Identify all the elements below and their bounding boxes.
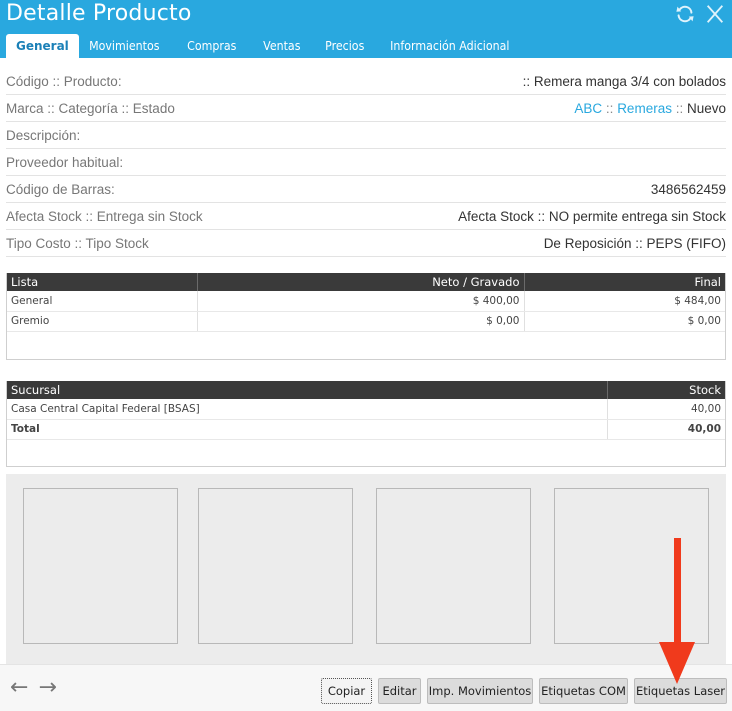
- tab-informacion-adicional[interactable]: Información Adicional: [380, 34, 520, 58]
- column-header: Stock: [607, 381, 725, 399]
- tab-compras[interactable]: Compras: [177, 34, 247, 58]
- refresh-icon[interactable]: [674, 3, 696, 25]
- table-row[interactable]: General $ 400,00 $ 484,00: [7, 291, 725, 312]
- field-descripcion: Descripción:: [6, 122, 726, 149]
- field-codigo-producto: Código :: Producto: :: Remera manga 3/4 …: [6, 68, 726, 95]
- copiar-button[interactable]: Copiar: [321, 678, 372, 704]
- tab-precios[interactable]: Precios: [315, 34, 374, 58]
- cell: $ 400,00: [197, 291, 525, 312]
- column-header: Final: [524, 273, 725, 291]
- cell: 40,00: [607, 399, 725, 420]
- field-label: Marca :: Categoría :: Estado: [6, 100, 175, 116]
- image-slot[interactable]: [376, 488, 531, 644]
- cell: $ 484,00: [524, 291, 725, 312]
- field-label: Afecta Stock :: Entrega sin Stock: [6, 208, 203, 224]
- field-marca-categoria-estado: Marca :: Categoría :: Estado ABC :: Reme…: [6, 95, 726, 122]
- forward-arrow-icon[interactable]: →: [38, 677, 56, 699]
- imp-movimientos-button[interactable]: Imp. Movimientos: [427, 678, 533, 704]
- image-slot[interactable]: [198, 488, 353, 644]
- cell: Gremio: [7, 311, 198, 332]
- back-arrow-icon[interactable]: ←: [10, 677, 28, 699]
- column-header: Neto / Gravado: [197, 273, 525, 291]
- total-row: Total 40,00: [7, 419, 725, 440]
- window-title: Detalle Producto: [6, 1, 192, 26]
- separator: ::: [602, 100, 618, 116]
- cell: 40,00: [607, 419, 725, 440]
- column-header: Sucursal: [7, 381, 608, 399]
- tab-ventas[interactable]: Ventas: [253, 34, 311, 58]
- field-codigo-barras: Código de Barras: 3486562459: [6, 176, 726, 203]
- etiquetas-com-button[interactable]: Etiquetas COM: [539, 678, 628, 704]
- column-header: Lista: [7, 273, 198, 291]
- table-row[interactable]: Casa Central Capital Federal [BSAS] 40,0…: [7, 399, 725, 420]
- field-value: De Reposición :: PEPS (FIFO): [543, 235, 726, 251]
- field-label: Proveedor habitual:: [6, 154, 124, 170]
- annotation-arrow-icon: [659, 538, 695, 684]
- cell: $ 0,00: [524, 311, 725, 332]
- field-label: Tipo Costo :: Tipo Stock: [6, 235, 149, 251]
- image-gallery: [6, 474, 726, 664]
- category-link[interactable]: Remeras: [617, 101, 672, 116]
- title-bar: Detalle Producto General Movimientos Com…: [0, 0, 732, 58]
- status-value: Nuevo: [686, 100, 726, 116]
- tab-general[interactable]: General: [6, 34, 79, 58]
- stock-table: Sucursal Stock Casa Central Capital Fede…: [6, 381, 726, 467]
- cell: Total: [7, 419, 608, 440]
- price-list-table: Lista Neto / Gravado Final General $ 400…: [6, 273, 726, 360]
- table-row[interactable]: Gremio $ 0,00 $ 0,00: [7, 311, 725, 332]
- close-icon[interactable]: [704, 3, 726, 25]
- field-value: :: Remera manga 3/4 con bolados: [522, 73, 726, 89]
- image-slot[interactable]: [23, 488, 178, 644]
- tab-movimientos[interactable]: Movimientos: [79, 34, 170, 58]
- brand-link[interactable]: ABC: [574, 101, 602, 116]
- field-label: Descripción:: [6, 127, 81, 143]
- field-label: Código de Barras:: [6, 181, 115, 197]
- product-fields: Código :: Producto: :: Remera manga 3/4 …: [6, 68, 726, 257]
- editar-button[interactable]: Editar: [378, 678, 421, 704]
- field-afecta-stock: Afecta Stock :: Entrega sin Stock Afecta…: [6, 203, 726, 230]
- separator: ::: [671, 100, 687, 116]
- field-label: Código :: Producto:: [6, 73, 122, 89]
- cell: Casa Central Capital Federal [BSAS]: [7, 399, 608, 420]
- cell: $ 0,00: [197, 311, 525, 332]
- cell: General: [7, 291, 198, 312]
- tab-bar: General Movimientos Compras Ventas Preci…: [6, 34, 532, 58]
- field-value: 3486562459: [650, 181, 726, 197]
- field-value: ABC :: Remeras :: Nuevo: [574, 101, 726, 116]
- field-proveedor: Proveedor habitual:: [6, 149, 726, 176]
- field-tipo-costo: Tipo Costo :: Tipo Stock De Reposición :…: [6, 230, 726, 257]
- field-value: Afecta Stock :: NO permite entrega sin S…: [458, 208, 726, 224]
